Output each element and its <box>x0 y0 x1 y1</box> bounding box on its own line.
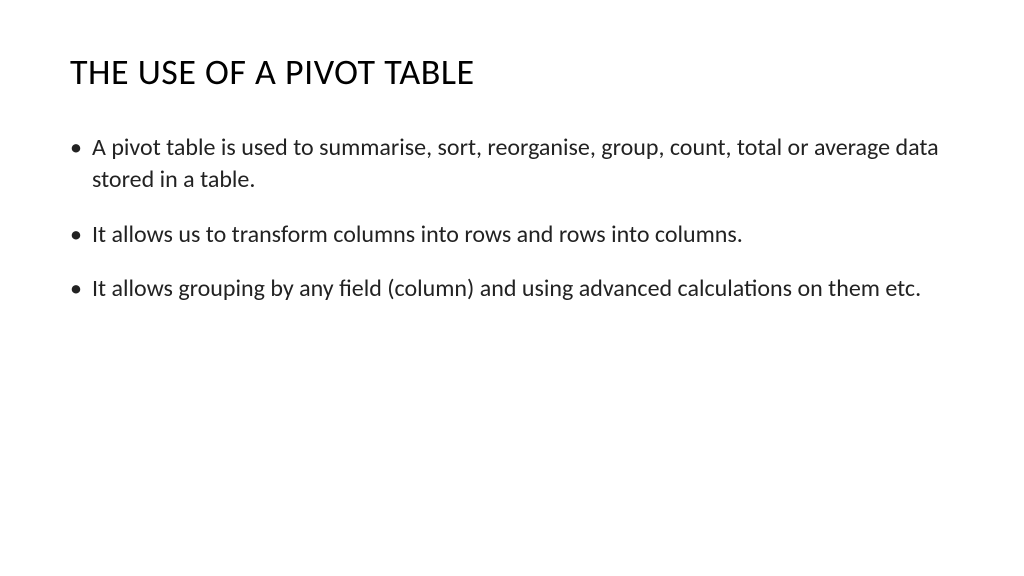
bullet-list: A pivot table is used to summarise, sort… <box>70 132 954 306</box>
list-item: A pivot table is used to summarise, sort… <box>70 132 954 197</box>
list-item: It allows grouping by any field (column)… <box>70 273 954 305</box>
list-item: It allows us to transform columns into r… <box>70 219 954 251</box>
slide-title: THE USE OF A PIVOT TABLE <box>70 50 954 94</box>
